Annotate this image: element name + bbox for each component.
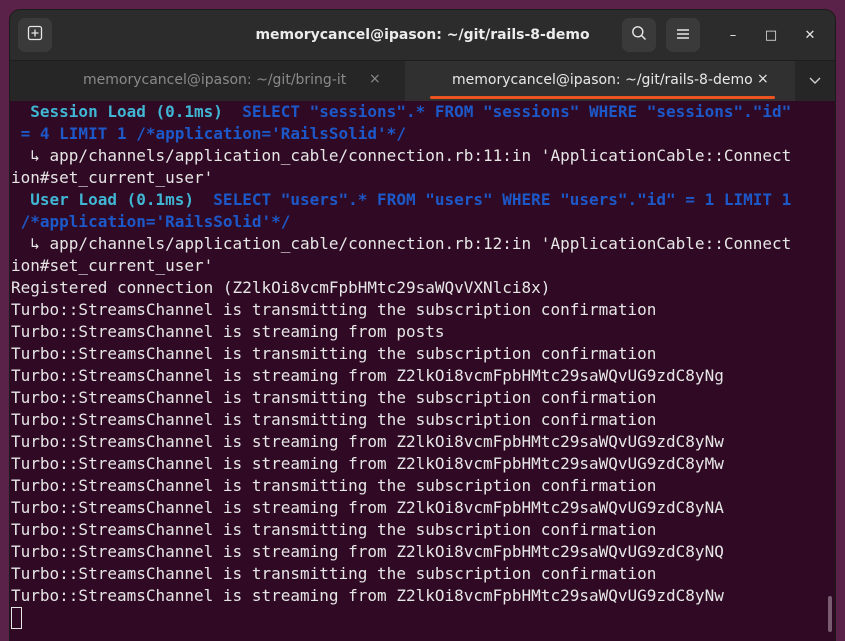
terminal-line: /*application='RailsSolid'*/ — [11, 211, 291, 233]
menu-button[interactable] — [666, 18, 700, 52]
tab-label: memorycancel@ipason: ~/git/bring-it — [83, 72, 347, 88]
terminal-line: ↳ app/channels/application_cable/connect… — [11, 233, 791, 255]
terminal-line: Turbo::StreamsChannel is streaming from … — [11, 431, 724, 453]
terminal-line: Turbo::StreamsChannel is streaming from … — [11, 365, 724, 387]
terminal-line: ion#set_current_user' — [11, 167, 213, 189]
close-window-button[interactable]: ✕ — [798, 23, 822, 47]
terminal-text: Turbo::StreamsChannel is transmitting th… — [11, 520, 657, 539]
terminal-text: ion#set_current_user' — [11, 256, 214, 275]
terminal-line: Turbo::StreamsChannel is streaming from … — [11, 321, 444, 343]
terminal-text: Turbo::StreamsChannel is transmitting th… — [11, 410, 657, 429]
terminal-text: Turbo::StreamsChannel is streaming from … — [11, 586, 724, 605]
terminal-line: Turbo::StreamsChannel is streaming from … — [11, 541, 724, 563]
terminal-text: ↳ app/channels/application_cable/connect… — [11, 146, 792, 165]
new-tab-icon — [27, 25, 43, 45]
new-tab-button[interactable] — [18, 18, 52, 52]
terminal-text: User Load (0.1ms) — [11, 190, 195, 209]
terminal-line: Turbo::StreamsChannel is streaming from … — [11, 585, 724, 607]
terminal-line: ion#set_current_user' — [11, 255, 213, 277]
terminal-text: ion#set_current_user' — [11, 168, 214, 187]
scrollbar[interactable] — [828, 596, 832, 632]
tab-close-icon[interactable]: × — [757, 71, 769, 87]
text-cursor — [11, 607, 22, 629]
terminal-line: ↳ app/channels/application_cable/connect… — [11, 145, 791, 167]
terminal-line: Turbo::StreamsChannel is transmitting th… — [11, 299, 656, 321]
minimize-icon: – — [729, 27, 737, 43]
maximize-button[interactable]: □ — [759, 23, 783, 47]
terminal-text: Turbo::StreamsChannel is transmitting th… — [11, 476, 657, 495]
terminal-line: Turbo::StreamsChannel is transmitting th… — [11, 409, 656, 431]
terminal-line: Session Load (0.1ms) SELECT "sessions".*… — [11, 101, 791, 123]
terminal-line: Turbo::StreamsChannel is streaming from … — [11, 453, 724, 475]
close-icon: ✕ — [804, 27, 816, 43]
terminal-text: Turbo::StreamsChannel is streaming from … — [11, 322, 445, 341]
search-button[interactable] — [622, 18, 656, 52]
terminal-text: = 4 LIMIT 1 /*application='RailsSolid'*/ — [11, 124, 406, 143]
terminal-line: Turbo::StreamsChannel is transmitting th… — [11, 519, 656, 541]
terminal-line: = 4 LIMIT 1 /*application='RailsSolid'*/ — [11, 123, 406, 145]
terminal-text: Registered connection (Z2lkOi8vcmFpbHMtc… — [11, 278, 551, 297]
terminal-line: Turbo::StreamsChannel is transmitting th… — [11, 387, 656, 409]
tab-bar: memorycancel@ipason: ~/git/bring-it × me… — [10, 60, 835, 101]
tab-rails-8-demo[interactable]: memorycancel@ipason: ~/git/rails-8-demo … — [405, 61, 795, 101]
terminal-text: SELECT "sessions".* FROM "sessions" WHER… — [222, 102, 792, 121]
terminal-text: Turbo::StreamsChannel is streaming from … — [11, 454, 724, 473]
tab-list-dropdown[interactable] — [795, 61, 835, 101]
minimize-button[interactable]: – — [721, 23, 745, 47]
terminal-line: Turbo::StreamsChannel is transmitting th… — [11, 343, 656, 365]
terminal-text: Turbo::StreamsChannel is transmitting th… — [11, 564, 657, 583]
tab-bring-it[interactable]: memorycancel@ipason: ~/git/bring-it × — [10, 61, 405, 101]
tab-label: memorycancel@ipason: ~/git/rails-8-demo — [452, 72, 753, 88]
active-tab-indicator — [430, 96, 775, 99]
terminal-window: memorycancel@ipason: ~/git/rails-8-demo … — [10, 10, 835, 641]
terminal-text: Turbo::StreamsChannel is streaming from … — [11, 432, 724, 451]
terminal-line: Turbo::StreamsChannel is streaming from … — [11, 497, 724, 519]
terminal-text: Turbo::StreamsChannel is transmitting th… — [11, 388, 657, 407]
terminal-line: Turbo::StreamsChannel is transmitting th… — [11, 563, 656, 585]
terminal-text: ↳ app/channels/application_cable/connect… — [11, 234, 792, 253]
terminal-text: Turbo::StreamsChannel is transmitting th… — [11, 344, 657, 363]
search-icon — [631, 25, 647, 45]
title-bar: memorycancel@ipason: ~/git/rails-8-demo … — [10, 10, 835, 60]
terminal-text: Turbo::StreamsChannel is streaming from … — [11, 542, 724, 561]
terminal-output[interactable]: Session Load (0.1ms) SELECT "sessions".*… — [10, 101, 835, 641]
terminal-line: Turbo::StreamsChannel is transmitting th… — [11, 475, 656, 497]
terminal-text: SELECT "users".* FROM "users" WHERE "use… — [194, 190, 792, 209]
terminal-text: Turbo::StreamsChannel is streaming from … — [11, 366, 724, 385]
terminal-text: Turbo::StreamsChannel is streaming from … — [11, 498, 724, 517]
terminal-line: Registered connection (Z2lkOi8vcmFpbHMtc… — [11, 277, 550, 299]
maximize-icon: □ — [764, 27, 778, 43]
terminal-text: Session Load (0.1ms) — [11, 102, 223, 121]
terminal-line: User Load (0.1ms) SELECT "users".* FROM … — [11, 189, 791, 211]
chevron-down-icon — [808, 72, 822, 91]
terminal-text: Turbo::StreamsChannel is transmitting th… — [11, 300, 657, 319]
window-title: memorycancel@ipason: ~/git/rails-8-demo — [255, 27, 590, 43]
terminal-text: /*application='RailsSolid'*/ — [11, 212, 291, 231]
hamburger-menu-icon — [676, 26, 690, 45]
tab-close-icon[interactable]: × — [369, 71, 381, 87]
